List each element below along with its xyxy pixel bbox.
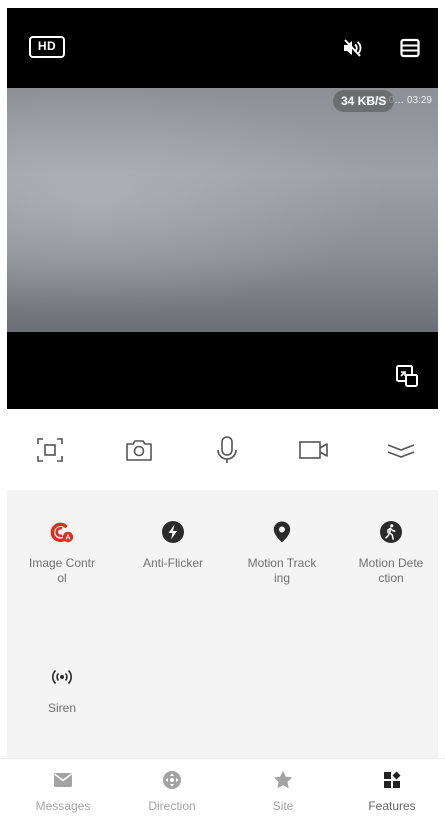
star-icon xyxy=(273,770,293,789)
feature-anti-flicker[interactable]: Anti-Flicker xyxy=(123,520,223,571)
feature-image-control[interactable]: A Image Control xyxy=(12,520,112,586)
walking-person-icon xyxy=(380,521,402,543)
video-panel[interactable]: HD 2022-0… 03:29 34 KB/S xyxy=(7,8,438,409)
nav-item-direction[interactable]: Direction xyxy=(122,767,222,813)
envelope-icon xyxy=(54,773,72,787)
bitrate-badge: 34 KB/S xyxy=(333,90,395,112)
nav-item-messages[interactable]: Messages xyxy=(13,767,113,813)
collapse-chevrons-icon[interactable] xyxy=(385,434,417,466)
location-pin-icon xyxy=(273,521,291,543)
grid-icon xyxy=(384,771,401,788)
feature-label: Anti-Flicker xyxy=(142,556,203,570)
feature-label: Motion Detection xyxy=(358,556,424,585)
nav-label: Messages xyxy=(35,799,91,813)
nav-item-site[interactable]: Site xyxy=(233,767,333,813)
camera-feed[interactable]: 2022-0… 03:29 34 KB/S xyxy=(7,88,438,332)
nav-label: Features xyxy=(368,799,416,813)
feature-label: Image Control xyxy=(28,556,96,585)
camera-snapshot-icon[interactable] xyxy=(123,434,155,466)
feature-motion-tracking[interactable]: Motion Tracking xyxy=(232,520,332,586)
lightning-icon xyxy=(162,521,184,543)
split-view-icon[interactable] xyxy=(398,36,422,60)
speaker-muted-icon[interactable] xyxy=(340,36,364,60)
features-panel: A Image Control Anti-Flicker Motion Trac… xyxy=(7,490,438,758)
nav-label: Site xyxy=(272,799,294,813)
bottom-nav: Messages Direction Site Features xyxy=(0,758,445,818)
fullscreen-toggle-icon[interactable] xyxy=(394,363,420,389)
microphone-icon[interactable] xyxy=(211,434,243,466)
nav-label: Direction xyxy=(148,799,196,813)
nav-item-features[interactable]: Features xyxy=(342,767,442,813)
control-bar xyxy=(0,412,445,488)
feature-motion-detection[interactable]: Motion Detection xyxy=(341,520,441,586)
screen-record-frame-icon[interactable] xyxy=(34,434,66,466)
svg-text:A: A xyxy=(65,535,70,542)
feature-label: Siren xyxy=(47,701,76,715)
video-record-icon[interactable] xyxy=(298,434,330,466)
feature-label: Motion Tracking xyxy=(247,556,317,585)
hd-quality-button[interactable]: HD xyxy=(29,36,65,58)
siren-icon xyxy=(52,669,72,685)
image-control-icon: A xyxy=(50,522,74,543)
direction-pad-icon xyxy=(163,771,181,789)
feature-siren[interactable]: Siren xyxy=(12,665,112,716)
